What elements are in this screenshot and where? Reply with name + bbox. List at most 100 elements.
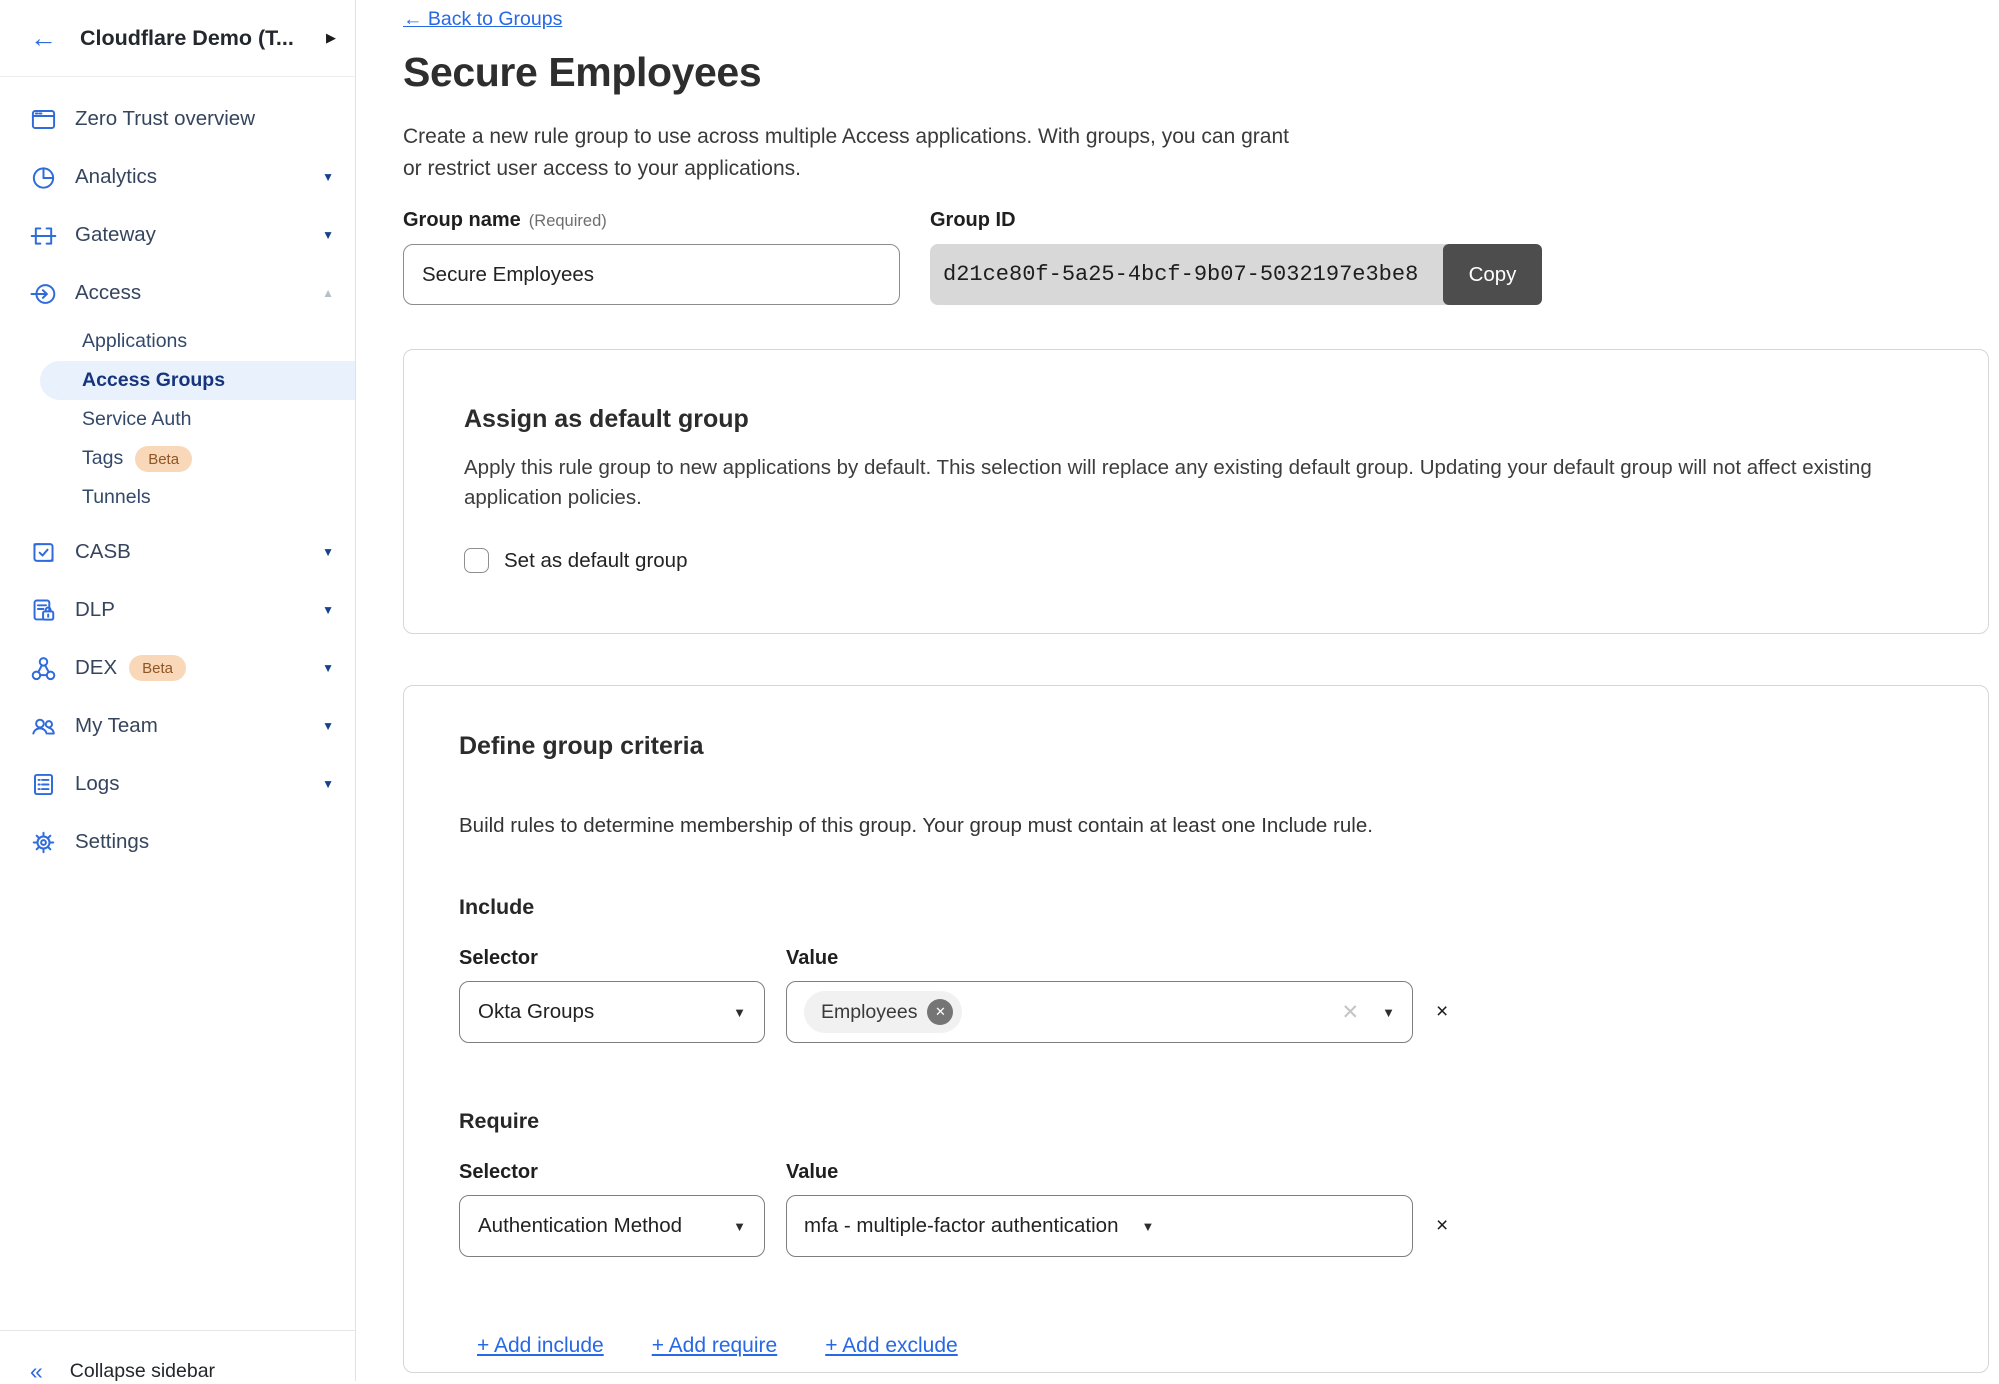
sidebar-item-label: Analytics xyxy=(75,165,157,189)
chevron-down-icon: ▼ xyxy=(322,661,334,675)
chevron-down-icon: ▼ xyxy=(322,719,334,733)
include-selector-value: Okta Groups xyxy=(478,1000,594,1024)
chip-remove-icon[interactable]: ✕ xyxy=(927,999,953,1025)
chevron-down-icon: ▼ xyxy=(322,170,334,184)
sidebar-item-label: Logs xyxy=(75,772,119,796)
chevron-up-icon: ▲ xyxy=(322,286,334,300)
logs-list-icon xyxy=(30,771,57,798)
add-require-link[interactable]: + Add require xyxy=(652,1334,778,1358)
add-exclude-link[interactable]: + Add exclude xyxy=(825,1334,958,1358)
access-icon xyxy=(30,280,57,307)
clear-values-icon[interactable]: ✕ xyxy=(1342,1000,1360,1025)
chevron-down-icon: ▼ xyxy=(322,603,334,617)
sidebar-item-applications[interactable]: Applications xyxy=(0,322,355,361)
chevron-down-icon: ▼ xyxy=(322,777,334,791)
copy-button[interactable]: Copy xyxy=(1443,244,1542,305)
caret-down-icon: ▼ xyxy=(733,1005,746,1020)
include-selector-dropdown[interactable]: Okta Groups ▼ xyxy=(459,981,765,1043)
sidebar-item-label: Settings xyxy=(75,830,149,854)
default-card-description: Apply this rule group to new application… xyxy=(464,453,1928,513)
sidebar-item-dlp[interactable]: DLP ▼ xyxy=(0,581,355,639)
sidebar-item-access-groups[interactable]: Access Groups xyxy=(40,361,355,400)
caret-down-icon: ▼ xyxy=(1382,1005,1395,1020)
default-card-title: Assign as default group xyxy=(464,405,1928,434)
sidebar-item-label: Access xyxy=(75,281,141,305)
sidebar-item-settings[interactable]: Settings xyxy=(0,813,355,871)
include-value-multiselect[interactable]: Employees ✕ ✕ ▼ xyxy=(786,981,1413,1043)
account-title: Cloudflare Demo (T... xyxy=(80,26,294,51)
default-card-description-line1: Apply this rule group to new application… xyxy=(464,453,1928,483)
sidebar-item-tags[interactable]: Tags Beta xyxy=(0,439,355,478)
set-default-group-option[interactable]: Set as default group xyxy=(464,548,1928,573)
sidebar-item-label: Zero Trust overview xyxy=(75,107,255,131)
value-chip-label: Employees xyxy=(821,1001,917,1024)
back-to-groups-link[interactable]: ← Back to Groups xyxy=(403,8,562,31)
require-value-label: Value xyxy=(786,1161,838,1184)
team-people-icon xyxy=(30,713,57,740)
sidebar-nav: Zero Trust overview Analytics ▼ Gateway … xyxy=(0,77,355,871)
sidebar-item-label: Gateway xyxy=(75,223,156,247)
assign-default-group-card: Assign as default group Apply this rule … xyxy=(403,349,1989,634)
sidebar-item-service-auth[interactable]: Service Auth xyxy=(0,400,355,439)
access-submenu: Applications Access Groups Service Auth … xyxy=(0,322,355,523)
casb-icon xyxy=(30,539,57,566)
sidebar-item-analytics[interactable]: Analytics ▼ xyxy=(0,148,355,206)
add-rule-links: + Add include + Add require + Add exclud… xyxy=(459,1334,1928,1358)
include-heading: Include xyxy=(459,895,1928,920)
sidebar-item-my-team[interactable]: My Team ▼ xyxy=(0,697,355,755)
caret-down-icon: ▼ xyxy=(1141,1219,1154,1234)
add-include-link[interactable]: + Add include xyxy=(477,1334,604,1358)
require-value-text: mfa - multiple-factor authentication xyxy=(804,1214,1118,1238)
sidebar-subitem-label: Service Auth xyxy=(82,408,191,431)
sidebar-subitem-label: Tags xyxy=(82,447,123,470)
include-value-label: Value xyxy=(786,947,838,970)
collapse-chevrons-icon: « xyxy=(30,1360,43,1383)
include-rule-row: Okta Groups ▼ Employees ✕ ✕ ▼ × xyxy=(459,981,1928,1043)
remove-include-rule-icon[interactable]: × xyxy=(1436,1000,1448,1024)
group-name-input[interactable] xyxy=(403,244,900,305)
chevron-down-icon: ▼ xyxy=(322,228,334,242)
beta-badge: Beta xyxy=(129,655,186,681)
group-id-value: d21ce80f-5a25-4bcf-9b07-5032197e3be8 xyxy=(930,244,1447,305)
sidebar-subitem-label: Access Groups xyxy=(82,369,225,392)
sidebar-item-logs[interactable]: Logs ▼ xyxy=(0,755,355,813)
value-chip: Employees ✕ xyxy=(804,991,962,1033)
group-id-label: Group ID xyxy=(930,209,1542,232)
gateway-icon xyxy=(30,222,57,249)
main-content: ← Back to Groups Secure Employees Create… xyxy=(357,0,1999,1381)
sidebar-subitem-label: Tunnels xyxy=(82,486,151,509)
include-selector-label: Selector xyxy=(459,947,786,970)
set-default-group-label: Set as default group xyxy=(504,549,688,573)
sidebar-item-label: CASB xyxy=(75,540,131,564)
required-hint: (Required) xyxy=(529,212,607,230)
sidebar-item-dex[interactable]: DEX Beta ▼ xyxy=(0,639,355,697)
remove-require-rule-icon[interactable]: × xyxy=(1436,1214,1448,1238)
require-selector-label: Selector xyxy=(459,1161,786,1184)
caret-down-icon: ▼ xyxy=(733,1219,746,1234)
group-name-field-group: Group name(Required) xyxy=(403,209,900,305)
criteria-card-title: Define group criteria xyxy=(459,732,1928,761)
require-selector-dropdown[interactable]: Authentication Method ▼ xyxy=(459,1195,765,1257)
sidebar-item-casb[interactable]: CASB ▼ xyxy=(0,523,355,581)
require-value-dropdown[interactable]: mfa - multiple-factor authentication ▼ xyxy=(786,1195,1413,1257)
back-arrow-icon[interactable]: ← xyxy=(30,25,57,52)
sidebar-item-label: DLP xyxy=(75,598,115,622)
sidebar-item-tunnels[interactable]: Tunnels xyxy=(0,478,355,517)
group-identity-row: Group name(Required) Group ID d21ce80f-5… xyxy=(403,209,1999,305)
require-heading: Require xyxy=(459,1109,1928,1134)
require-selector-value: Authentication Method xyxy=(478,1214,682,1238)
sidebar-subitem-label: Applications xyxy=(82,330,187,353)
overview-icon xyxy=(30,106,57,133)
page-description: Create a new rule group to use across mu… xyxy=(403,121,1999,185)
sidebar-item-access[interactable]: Access ▲ xyxy=(0,264,355,322)
set-default-group-checkbox[interactable] xyxy=(464,548,489,573)
criteria-card-description: Build rules to determine membership of t… xyxy=(459,814,1928,838)
sidebar: ← Cloudflare Demo (T... ▶ Zero Trust ove… xyxy=(0,0,356,1381)
beta-badge: Beta xyxy=(135,446,192,472)
sidebar-item-label: My Team xyxy=(75,714,158,738)
sidebar-item-zero-trust-overview[interactable]: Zero Trust overview xyxy=(0,90,355,148)
collapse-sidebar-label: Collapse sidebar xyxy=(70,1360,215,1383)
collapse-sidebar-button[interactable]: « Collapse sidebar xyxy=(0,1330,355,1381)
expand-right-icon[interactable]: ▶ xyxy=(326,30,336,46)
sidebar-item-gateway[interactable]: Gateway ▼ xyxy=(0,206,355,264)
